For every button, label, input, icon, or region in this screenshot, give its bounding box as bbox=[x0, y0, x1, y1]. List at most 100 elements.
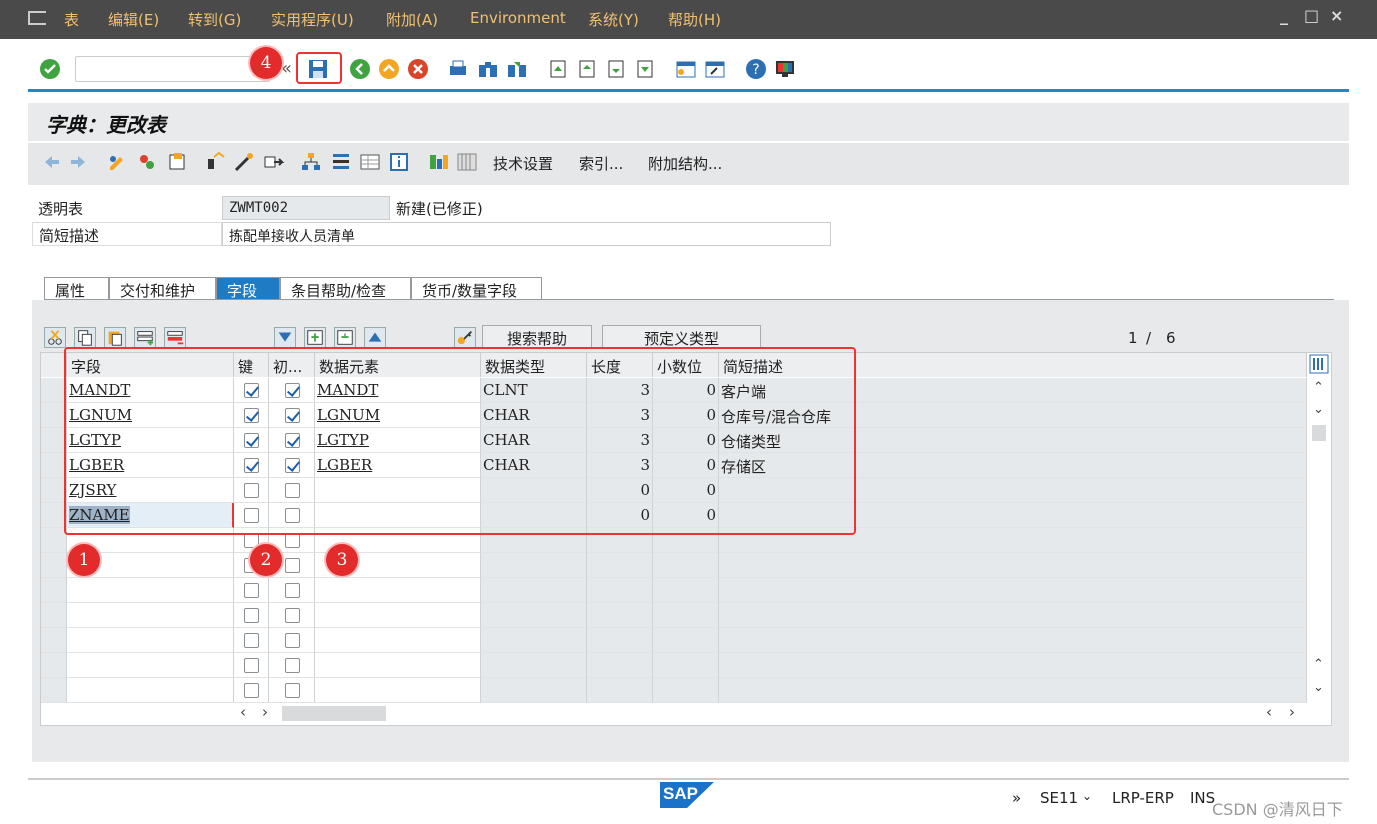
short-desc-cell[interactable] bbox=[719, 678, 1307, 703]
close-icon[interactable]: × bbox=[1330, 6, 1343, 25]
object-list-icon[interactable] bbox=[300, 151, 322, 173]
find-icon[interactable] bbox=[476, 57, 500, 81]
row-selector[interactable] bbox=[41, 578, 67, 603]
paste-icon[interactable] bbox=[104, 327, 126, 348]
decimals-cell[interactable] bbox=[653, 653, 719, 678]
vertical-scroll-thumb[interactable] bbox=[1312, 425, 1326, 441]
tab-delivery-maintenance[interactable]: 交付和维护 bbox=[109, 277, 216, 300]
help-icon[interactable]: ? bbox=[744, 57, 768, 81]
data-type-cell[interactable] bbox=[481, 678, 587, 703]
length-cell[interactable] bbox=[587, 553, 653, 578]
scroll-down-bottom-icon[interactable]: ⌄ bbox=[1313, 680, 1324, 695]
where-used-icon[interactable] bbox=[262, 151, 284, 173]
data-type-cell[interactable] bbox=[481, 578, 587, 603]
length-cell[interactable] bbox=[587, 628, 653, 653]
next-page-icon[interactable] bbox=[604, 57, 628, 81]
menu-system[interactable]: 系统(Y) bbox=[588, 9, 639, 30]
field-cell[interactable] bbox=[67, 653, 234, 678]
menu-environment[interactable]: Environment bbox=[470, 9, 566, 27]
new-session-icon[interactable] bbox=[674, 57, 698, 81]
status-more-icon[interactable]: » bbox=[1012, 789, 1021, 807]
expand-command-icon[interactable]: « bbox=[281, 58, 292, 79]
row-selector[interactable] bbox=[41, 603, 67, 628]
decimals-cell[interactable] bbox=[653, 578, 719, 603]
row-selector[interactable] bbox=[41, 678, 67, 703]
cut-icon[interactable] bbox=[44, 327, 66, 348]
initial-cell[interactable] bbox=[269, 628, 315, 653]
tab-attributes[interactable]: 属性 bbox=[44, 277, 109, 300]
menu-edit[interactable]: 编辑(E) bbox=[108, 9, 159, 30]
print-icon[interactable] bbox=[446, 57, 470, 81]
row-selector[interactable] bbox=[41, 653, 67, 678]
scroll-right-end-icon[interactable]: › bbox=[1289, 703, 1295, 721]
menu-table[interactable]: 表 bbox=[64, 9, 79, 30]
data-element-cell[interactable] bbox=[315, 653, 481, 678]
display-change-icon[interactable] bbox=[106, 151, 128, 173]
system-menu-icon[interactable] bbox=[28, 11, 46, 25]
length-cell[interactable] bbox=[587, 653, 653, 678]
scroll-up-bottom-icon[interactable]: ⌃ bbox=[1313, 657, 1324, 672]
data-element-cell[interactable] bbox=[315, 628, 481, 653]
hierarchy-icon[interactable] bbox=[428, 151, 450, 173]
field-cell[interactable] bbox=[67, 603, 234, 628]
data-type-cell[interactable] bbox=[481, 653, 587, 678]
check-icon[interactable] bbox=[204, 151, 226, 173]
data-type-cell[interactable] bbox=[481, 603, 587, 628]
maximize-icon[interactable]: □ bbox=[1304, 6, 1319, 25]
field-cell[interactable] bbox=[67, 628, 234, 653]
length-cell[interactable] bbox=[587, 578, 653, 603]
row-selector[interactable] bbox=[41, 553, 67, 578]
tab-currency-quantity[interactable]: 货币/数量字段 bbox=[411, 277, 542, 300]
find-next-icon[interactable] bbox=[505, 57, 529, 81]
insert-row-icon[interactable] bbox=[134, 327, 156, 348]
initial-cell[interactable] bbox=[269, 653, 315, 678]
delete-row-icon[interactable] bbox=[164, 327, 186, 348]
length-cell[interactable] bbox=[587, 678, 653, 703]
menu-extras[interactable]: 附加(A) bbox=[386, 9, 438, 30]
short-desc-cell[interactable] bbox=[719, 628, 1307, 653]
active-inactive-icon[interactable] bbox=[136, 151, 158, 173]
status-tcode[interactable]: SE11 bbox=[1040, 789, 1078, 807]
key-cell[interactable] bbox=[234, 678, 269, 703]
key-cell[interactable] bbox=[234, 603, 269, 628]
shortcut-icon[interactable] bbox=[703, 57, 727, 81]
key-cell[interactable] bbox=[234, 578, 269, 603]
key-cell[interactable] bbox=[234, 653, 269, 678]
layout-icon[interactable] bbox=[773, 57, 797, 81]
scroll-left-end-icon[interactable]: ‹ bbox=[1266, 703, 1272, 721]
scroll-left-icon[interactable]: ‹ bbox=[240, 703, 246, 721]
worklist-icon[interactable] bbox=[359, 151, 381, 173]
data-type-cell[interactable] bbox=[481, 628, 587, 653]
copy-icon[interactable] bbox=[74, 327, 96, 348]
exit-icon[interactable] bbox=[377, 57, 401, 81]
activate-icon[interactable] bbox=[233, 151, 255, 173]
enter-icon[interactable] bbox=[38, 57, 62, 81]
decimals-cell[interactable] bbox=[653, 603, 719, 628]
navigation-window-icon[interactable] bbox=[330, 151, 352, 173]
scroll-right-icon[interactable]: › bbox=[262, 703, 268, 721]
menu-goto[interactable]: 转到(G) bbox=[188, 9, 241, 30]
tcode-dropdown-icon[interactable]: ⌄ bbox=[1082, 789, 1092, 803]
initial-cell[interactable] bbox=[269, 678, 315, 703]
deselect-all-icon[interactable] bbox=[364, 327, 386, 348]
data-element-cell[interactable] bbox=[315, 678, 481, 703]
short-desc-cell[interactable] bbox=[719, 553, 1307, 578]
field-cell[interactable] bbox=[67, 578, 234, 603]
cancel-icon[interactable] bbox=[406, 57, 430, 81]
scroll-down-icon[interactable]: ⌄ bbox=[1313, 402, 1324, 417]
info-icon[interactable] bbox=[388, 151, 410, 173]
data-element-cell[interactable] bbox=[315, 578, 481, 603]
data-element-cell[interactable] bbox=[315, 603, 481, 628]
length-cell[interactable] bbox=[587, 603, 653, 628]
first-page-icon[interactable] bbox=[546, 57, 570, 81]
prev-page-icon[interactable] bbox=[575, 57, 599, 81]
expand-rows-icon[interactable] bbox=[304, 327, 326, 348]
tab-fields[interactable]: 字段 bbox=[216, 277, 280, 300]
indexes-button[interactable]: 索引... bbox=[579, 153, 623, 174]
back-icon[interactable] bbox=[348, 57, 372, 81]
append-structure-button[interactable]: 附加结构... bbox=[648, 153, 722, 174]
row-selector[interactable] bbox=[41, 628, 67, 653]
other-object-icon[interactable] bbox=[166, 151, 188, 173]
menu-utilities[interactable]: 实用程序(U) bbox=[271, 9, 354, 30]
key-icon[interactable] bbox=[454, 327, 476, 348]
